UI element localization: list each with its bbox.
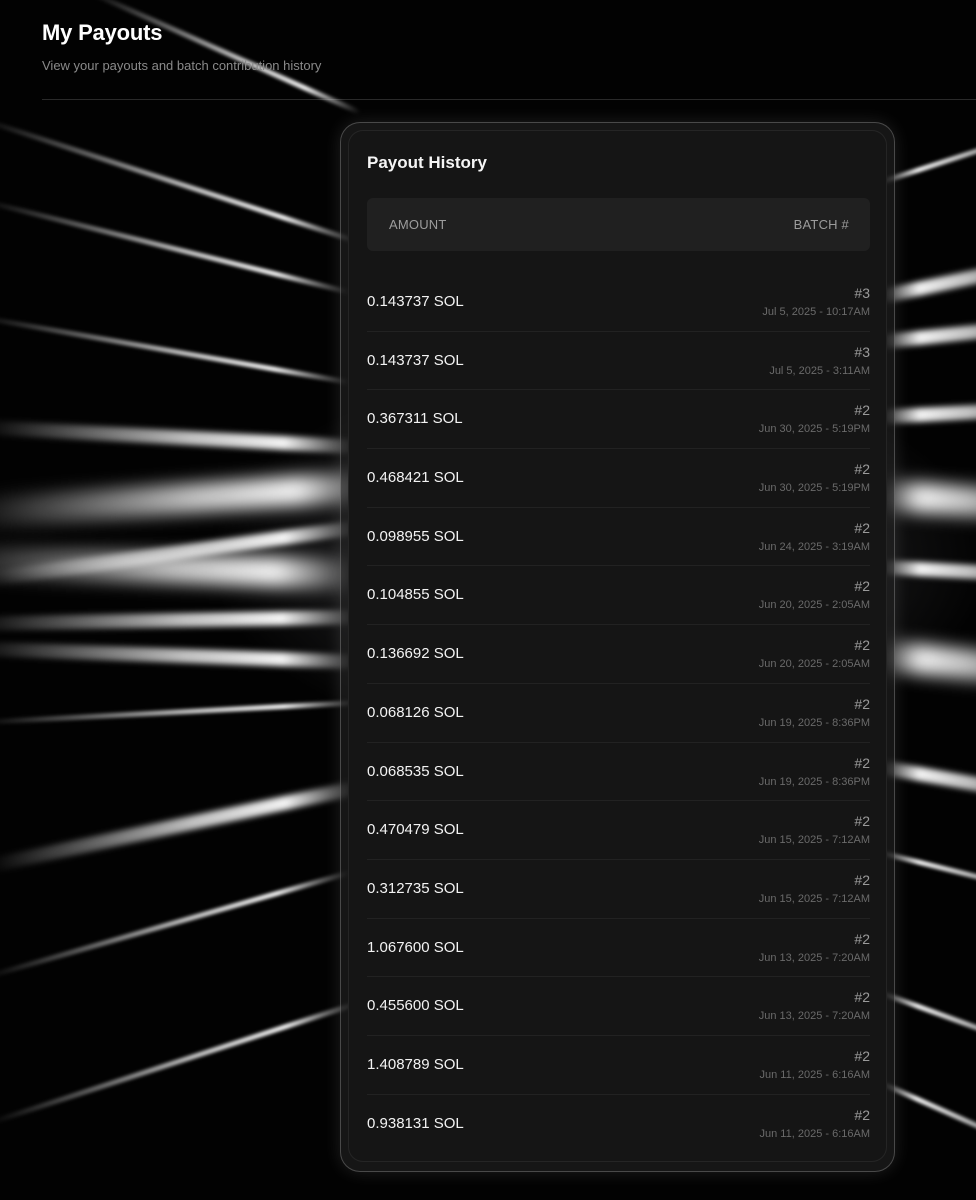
light-streak — [0, 700, 361, 725]
payout-amount: 0.098955 SOL — [367, 527, 464, 545]
light-streak — [0, 420, 361, 454]
column-header-batch: BATCH # — [793, 217, 849, 232]
payout-date: Jun 11, 2025 - 6:16AM — [759, 1068, 870, 1081]
table-row: 0.312735 SOL #2 Jun 15, 2025 - 7:12AM — [367, 860, 870, 919]
table-row: 0.367311 SOL #2 Jun 30, 2025 - 5:19PM — [367, 390, 870, 450]
payout-history-title: Payout History — [367, 153, 487, 172]
light-streak — [0, 1000, 361, 1126]
batch-number: #2 — [854, 695, 870, 712]
table-row: 0.938131 SOL #2 Jun 11, 2025 - 6:16AM — [367, 1095, 870, 1153]
table-row: 0.136692 SOL #2 Jun 20, 2025 - 2:05AM — [367, 625, 870, 684]
payout-date: Jun 15, 2025 - 7:12AM — [758, 834, 870, 847]
table-row: 0.104855 SOL #2 Jun 20, 2025 - 2:05AM — [367, 566, 870, 626]
batch-number: #2 — [854, 1106, 870, 1123]
payout-date: Jun 20, 2025 - 2:05AM — [758, 599, 870, 612]
payout-amount: 0.143737 SOL — [367, 351, 464, 369]
payout-amount: 0.470479 SOL — [367, 821, 464, 839]
table-row: 1.408789 SOL #2 Jun 11, 2025 - 6:16AM — [367, 1036, 870, 1095]
payout-date: Jun 11, 2025 - 6:16AM — [759, 1127, 870, 1140]
payout-amount: 1.067600 SOL — [367, 938, 464, 956]
payout-amount: 0.104855 SOL — [367, 586, 464, 604]
table-row: 0.455600 SOL #2 Jun 13, 2025 - 7:20AM — [367, 977, 870, 1036]
payout-date: Jun 19, 2025 - 8:36PM — [758, 716, 870, 729]
payout-date: Jun 20, 2025 - 2:05AM — [758, 658, 870, 671]
batch-number: #2 — [854, 754, 870, 771]
payout-amount: 0.136692 SOL — [367, 645, 464, 663]
payout-amount: 0.068126 SOL — [367, 703, 464, 721]
page-subtitle: View your payouts and batch contribution… — [42, 58, 322, 73]
batch-number: #2 — [854, 637, 870, 654]
page-header: My Payouts View your payouts and batch c… — [42, 0, 976, 100]
light-streak — [0, 641, 361, 669]
light-streak — [0, 198, 351, 295]
payout-list: 0.143737 SOL #3 Jul 5, 2025 - 10:17AM 0.… — [367, 273, 870, 1152]
payout-date: Jun 24, 2025 - 3:19AM — [758, 540, 870, 553]
batch-number: #2 — [854, 930, 870, 947]
batch-number: #2 — [854, 578, 870, 595]
batch-number: #3 — [854, 343, 870, 360]
payout-history-card-frame: Payout History AMOUNT BATCH # 0.143737 S… — [340, 122, 895, 1172]
payout-amount: 0.367311 SOL — [367, 410, 463, 428]
batch-number: #2 — [854, 989, 870, 1006]
light-streak — [0, 470, 382, 530]
light-streak — [0, 610, 361, 631]
payout-amount: 0.312735 SOL — [367, 879, 464, 897]
light-streak — [0, 314, 351, 385]
payout-amount: 0.455600 SOL — [367, 997, 464, 1015]
payout-amount: 0.938131 SOL — [367, 1114, 464, 1132]
batch-number: #2 — [854, 871, 870, 888]
table-row: 0.468421 SOL #2 Jun 30, 2025 - 5:19PM — [367, 449, 870, 508]
light-streak — [0, 116, 361, 245]
payout-date: Jul 5, 2025 - 10:17AM — [762, 306, 870, 318]
batch-number: #2 — [854, 813, 870, 830]
batch-number: #2 — [854, 1047, 870, 1064]
page-title: My Payouts — [42, 20, 163, 45]
payout-date: Jul 5, 2025 - 3:11AM — [769, 364, 870, 377]
payout-date: Jun 13, 2025 - 7:20AM — [758, 1010, 870, 1023]
batch-number: #2 — [854, 461, 870, 478]
payout-date: Jun 30, 2025 - 5:19PM — [758, 423, 870, 436]
table-row: 1.067600 SOL #2 Jun 13, 2025 - 7:20AM — [367, 919, 870, 978]
table-header: AMOUNT BATCH # — [367, 198, 870, 251]
table-row: 0.068126 SOL #2 Jun 19, 2025 - 8:36PM — [367, 684, 870, 743]
table-row: 0.068535 SOL #2 Jun 19, 2025 - 8:36PM — [367, 743, 870, 802]
table-row: 0.143737 SOL #3 Jul 5, 2025 - 3:11AM — [367, 332, 870, 391]
payout-date: Jun 15, 2025 - 7:12AM — [758, 892, 870, 905]
payout-amount: 0.468421 SOL — [367, 469, 464, 487]
batch-number: #2 — [854, 519, 870, 536]
payout-date: Jun 19, 2025 - 8:36PM — [758, 775, 870, 788]
table-row: 0.098955 SOL #2 Jun 24, 2025 - 3:19AM — [367, 508, 870, 567]
batch-number: #3 — [854, 285, 870, 301]
light-streak — [0, 780, 362, 873]
column-header-amount: AMOUNT — [389, 217, 447, 232]
payout-amount: 1.408789 SOL — [367, 1055, 464, 1073]
light-streak — [0, 870, 351, 980]
batch-number: #2 — [854, 402, 870, 419]
payout-date: Jun 13, 2025 - 7:20AM — [758, 951, 870, 964]
payout-amount: 0.143737 SOL — [367, 293, 464, 310]
table-row: 0.143737 SOL #3 Jul 5, 2025 - 10:17AM — [367, 273, 870, 332]
table-row: 0.470479 SOL #2 Jun 15, 2025 - 7:12AM — [367, 801, 870, 860]
payout-history-card: Payout History AMOUNT BATCH # 0.143737 S… — [348, 130, 887, 1162]
payout-amount: 0.068535 SOL — [367, 762, 464, 780]
payout-date: Jun 30, 2025 - 5:19PM — [758, 482, 870, 495]
